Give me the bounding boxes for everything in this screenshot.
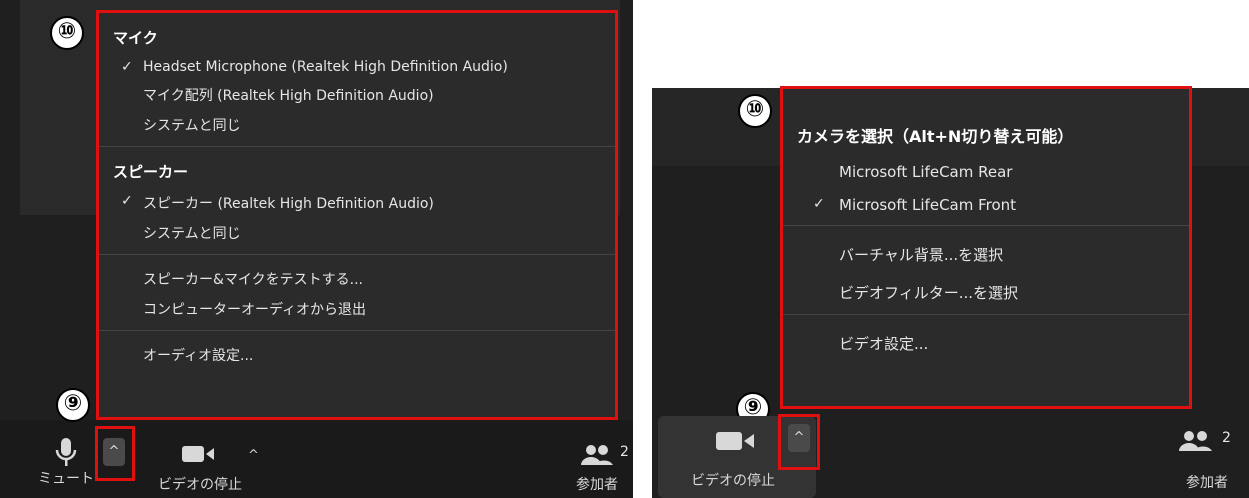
video-settings-section: ビデオ設定...: [783, 315, 1189, 365]
speaker-option-label: スピーカー (Realtek High Definition Audio): [143, 196, 434, 212]
stop-video-button[interactable]: ビデオの停止: [150, 444, 250, 494]
speaker-heading: スピーカー: [113, 163, 189, 181]
stop-video-label: ビデオの停止: [158, 477, 242, 493]
stop-video-label: ビデオの停止: [691, 473, 775, 489]
camera-option[interactable]: Microsoft LifeCam Rear: [783, 153, 1189, 186]
mic-option-label: Headset Microphone (Realtek High Definit…: [143, 59, 508, 75]
mic-option-label: マイク配列 (Realtek High Definition Audio): [143, 88, 434, 104]
mic-option[interactable]: ✓ Headset Microphone (Realtek High Defini…: [99, 54, 615, 80]
virtual-background-item[interactable]: バーチャル背景...を選択: [783, 232, 1189, 270]
camera-heading: カメラを選択（Alt+N切り替え可能）: [797, 127, 1074, 146]
participants-count: 2: [620, 444, 629, 460]
participants-icon: [1179, 431, 1212, 451]
annotation-marker-10: ⑩: [738, 94, 772, 128]
video-camera-icon: [716, 432, 754, 450]
mic-option[interactable]: マイク配列 (Realtek High Definition Audio): [99, 80, 615, 110]
audio-settings-section: オーディオ設定...: [99, 331, 615, 376]
mic-heading: マイク: [113, 29, 158, 47]
participants-icon: [581, 445, 613, 465]
check-icon: ✓: [813, 196, 825, 212]
camera-section: カメラを選択（Alt+N切り替え可能） Microsoft LifeCam Re…: [783, 89, 1189, 226]
audio-settings-item[interactable]: オーディオ設定...: [99, 337, 615, 370]
participants-label[interactable]: 参加者: [1172, 472, 1242, 492]
speaker-option[interactable]: システムと同じ: [99, 218, 615, 248]
microphone-icon: [55, 438, 77, 466]
video-menu: カメラを選択（Alt+N切り替え可能） Microsoft LifeCam Re…: [780, 86, 1192, 409]
mute-label: ミュート: [38, 471, 94, 487]
video-actions-section: バーチャル背景...を選択 ビデオフィルター...を選択: [783, 226, 1189, 315]
audio-menu: マイク ✓ Headset Microphone (Realtek High De…: [96, 10, 618, 420]
test-speaker-mic-item[interactable]: スピーカー&マイクをテストする...: [99, 261, 615, 294]
speaker-option-label: システムと同じ: [143, 226, 241, 242]
participants-count: 2: [1222, 430, 1231, 446]
annotation-marker-10: ⑩: [50, 16, 84, 50]
speaker-section: スピーカー ✓ スピーカー (Realtek High Definition Au…: [99, 147, 615, 255]
camera-option-label: Microsoft LifeCam Front: [839, 196, 1017, 214]
mute-button[interactable]: ミュート: [32, 436, 100, 488]
check-icon: ✓: [121, 193, 133, 209]
highlight-box: [95, 426, 135, 481]
mic-option[interactable]: システムと同じ: [99, 110, 615, 140]
check-icon: ✓: [121, 59, 133, 75]
audio-actions-section: スピーカー&マイクをテストする... コンピューターオーディオから退出: [99, 255, 615, 331]
participants-label: 参加者: [576, 477, 618, 493]
leave-computer-audio-item[interactable]: コンピューターオーディオから退出: [99, 294, 615, 324]
camera-option[interactable]: ✓ Microsoft LifeCam Front: [783, 186, 1189, 219]
video-filter-item[interactable]: ビデオフィルター...を選択: [783, 270, 1189, 308]
camera-option-label: Microsoft LifeCam Rear: [839, 163, 1013, 181]
highlight-box: [778, 414, 820, 470]
video-options-caret[interactable]: ^: [248, 448, 259, 463]
speaker-option[interactable]: ✓ スピーカー (Realtek High Definition Audio): [99, 188, 615, 218]
mic-section: マイク ✓ Headset Microphone (Realtek High De…: [99, 13, 615, 147]
video-settings-item[interactable]: ビデオ設定...: [783, 321, 1189, 359]
mic-option-label: システムと同じ: [143, 118, 241, 134]
annotation-marker-9: ⑨: [56, 388, 90, 422]
video-camera-icon: [182, 446, 214, 462]
